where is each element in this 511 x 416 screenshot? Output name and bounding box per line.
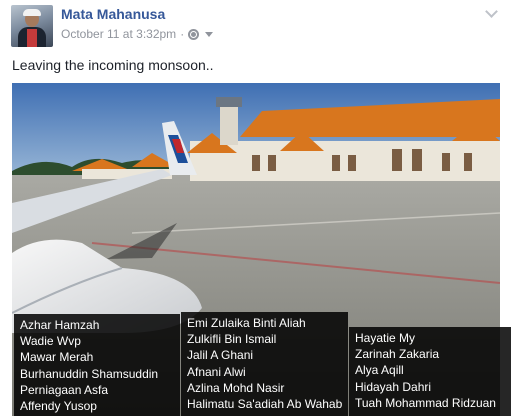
- tagged-name[interactable]: Afnani Alwi: [187, 364, 342, 380]
- tagged-name[interactable]: Azhar Hamzah: [20, 317, 174, 333]
- terminal-wall: [190, 141, 500, 181]
- privacy-caret-icon[interactable]: [205, 31, 214, 37]
- meta-separator: ·: [180, 27, 185, 41]
- avatar[interactable]: [11, 5, 53, 47]
- tagged-name[interactable]: Alya Aqill: [355, 362, 505, 378]
- tagged-names-column-1: Azhar Hamzah Wadie Wvp Mawar Merah Burha…: [14, 314, 180, 416]
- author-name[interactable]: Mata Mahanusa: [61, 6, 165, 22]
- tagged-name[interactable]: Halimatu Sa'adiah Ab Wahab: [187, 396, 342, 412]
- tagged-names-column-3: Hayatie My Zarinah Zakaria Alya Aqill Hi…: [349, 327, 511, 416]
- post-text: Leaving the incoming monsoon..: [12, 57, 214, 73]
- avatar-cap: [23, 9, 41, 16]
- avatar-shirt: [27, 29, 37, 47]
- tagged-name[interactable]: Emi Zulaika Binti Aliah: [187, 315, 342, 331]
- tagged-name[interactable]: Burhanuddin Shamsuddin: [20, 366, 174, 382]
- post-timestamp[interactable]: October 11 at 3:32pm: [61, 27, 176, 41]
- tagged-name[interactable]: Affendy Yusop: [20, 398, 174, 414]
- chevron-down-icon[interactable]: [485, 6, 499, 20]
- tagged-names-column-2: Emi Zulaika Binti Aliah Zulkifli Bin Ism…: [181, 312, 348, 416]
- globe-icon[interactable]: [188, 28, 200, 40]
- tagged-name[interactable]: Azlina Mohd Nasir: [187, 380, 342, 396]
- tagged-name[interactable]: Mawar Merah: [20, 349, 174, 365]
- tower-cab: [216, 97, 242, 107]
- control-tower: [220, 101, 238, 145]
- tagged-name[interactable]: Jalil A Ghani: [187, 347, 342, 363]
- tagged-name[interactable]: Perniagaan Asfa: [20, 382, 174, 398]
- tagged-name[interactable]: Wadie Wvp: [20, 333, 174, 349]
- tagged-name[interactable]: Tuah Mohammad Ridzuan: [355, 395, 505, 411]
- tagged-name[interactable]: Hidayah Dahri: [355, 379, 505, 395]
- tagged-name[interactable]: Zulkifli Bin Ismail: [187, 331, 342, 347]
- post-meta: October 11 at 3:32pm ·: [61, 27, 214, 41]
- tagged-name[interactable]: Zarinah Zakaria: [355, 346, 505, 362]
- tagged-name[interactable]: Hayatie My: [355, 330, 505, 346]
